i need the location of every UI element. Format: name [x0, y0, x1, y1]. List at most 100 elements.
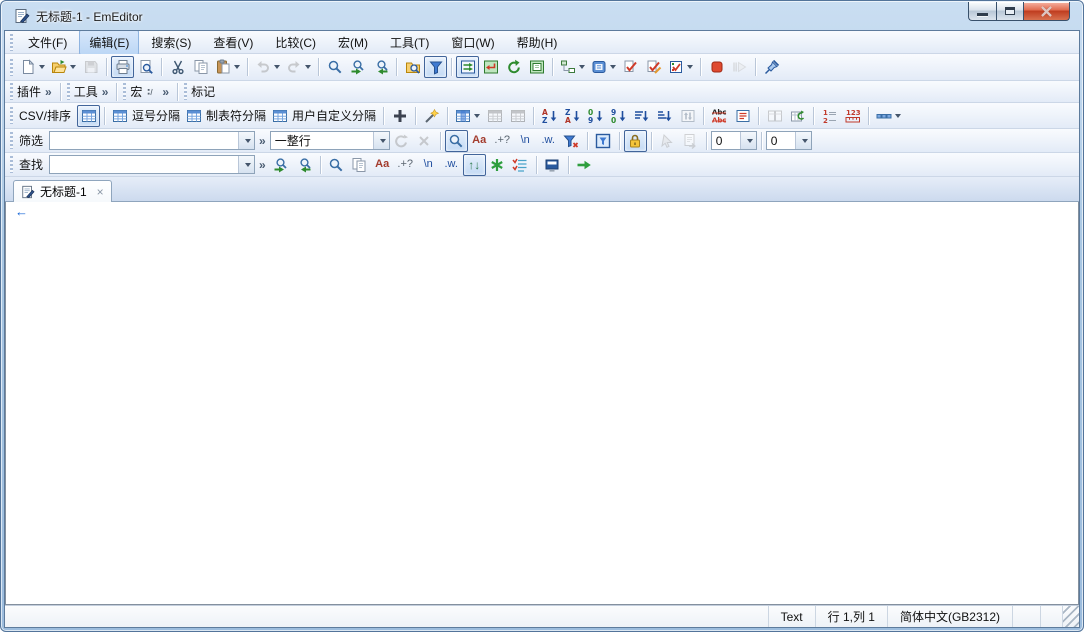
- toolbar-gripper[interactable]: [67, 83, 70, 100]
- incremental-filter-button[interactable]: [445, 130, 468, 152]
- sort-az-button[interactable]: [538, 105, 561, 127]
- delete-column-button[interactable]: [506, 105, 529, 127]
- filter-toolbar-toggle-button[interactable]: [424, 56, 447, 78]
- comma-separated-button[interactable]: 逗号分隔: [109, 105, 183, 127]
- match-case-button[interactable]: Aa: [371, 154, 394, 176]
- overflow-chevron-icon[interactable]: »: [259, 158, 266, 172]
- find-next-button[interactable]: [270, 154, 293, 176]
- macro-item-icon[interactable]: [144, 86, 156, 98]
- extract-document-button[interactable]: [679, 130, 702, 152]
- whole-word-button[interactable]: .w.: [537, 130, 560, 152]
- toolbar-gripper[interactable]: [10, 156, 13, 173]
- find-next-button[interactable]: [346, 56, 369, 78]
- menu-compare[interactable]: 比较(C): [265, 30, 326, 55]
- select-column-button[interactable]: [452, 105, 483, 127]
- whole-word-button[interactable]: .w.: [440, 154, 463, 176]
- outline-button[interactable]: [557, 56, 588, 78]
- find-previous-button[interactable]: [293, 154, 316, 176]
- wrap-by-page-button[interactable]: [525, 56, 548, 78]
- escape-sequence-button[interactable]: \n: [514, 130, 537, 152]
- go-next-button[interactable]: [573, 154, 596, 176]
- add-separator-button[interactable]: [388, 105, 411, 127]
- copy-button[interactable]: [189, 56, 212, 78]
- new-document-button[interactable]: [17, 56, 48, 78]
- combo-dropdown-icon[interactable]: [373, 132, 389, 149]
- reverse-order-button[interactable]: [676, 105, 699, 127]
- clear-filter-button[interactable]: [560, 130, 583, 152]
- filter-input[interactable]: [49, 131, 255, 150]
- search-up-down-button[interactable]: ↑↓: [463, 154, 486, 176]
- select-matched-button[interactable]: [656, 130, 679, 152]
- tab-separated-button[interactable]: 制表符分隔: [183, 105, 269, 127]
- pivot-columns-button[interactable]: [786, 105, 809, 127]
- toolbar-gripper[interactable]: [10, 59, 13, 76]
- tab-untitled-1[interactable]: 无标题-1 ×: [13, 180, 112, 202]
- menu-tools[interactable]: 工具(T): [380, 30, 439, 55]
- menu-help[interactable]: 帮助(H): [507, 30, 568, 55]
- overflow-chevron-icon[interactable]: »: [102, 85, 109, 99]
- filter-scope-select[interactable]: 一整行: [270, 131, 390, 150]
- paste-button[interactable]: [212, 56, 243, 78]
- escape-sequence-button[interactable]: \n: [417, 154, 440, 176]
- find-previous-button[interactable]: [369, 56, 392, 78]
- sort-za-button[interactable]: [561, 105, 584, 127]
- find-in-files-button[interactable]: [401, 56, 424, 78]
- wrap-by-window-button[interactable]: [502, 56, 525, 78]
- insert-column-button[interactable]: [483, 105, 506, 127]
- status-encoding[interactable]: 简体中文(GB2312): [887, 606, 1012, 627]
- find-input[interactable]: [49, 155, 255, 174]
- overflow-chevron-icon[interactable]: »: [162, 85, 169, 99]
- maximize-button[interactable]: [996, 2, 1024, 21]
- levels-below-select[interactable]: 0: [766, 131, 812, 150]
- delete-duplicates-button[interactable]: [708, 105, 731, 127]
- title-bar[interactable]: 无标题-1 - EmEditor: [4, 0, 1080, 30]
- ruler-button[interactable]: [841, 105, 864, 127]
- menu-edit[interactable]: 编辑(E): [79, 30, 139, 55]
- toolbar-gripper[interactable]: [10, 132, 13, 149]
- user-defined-separated-button[interactable]: 用户自定义分隔: [269, 105, 379, 127]
- menu-macros[interactable]: 宏(M): [328, 30, 378, 55]
- sort-ascending-number-button[interactable]: [584, 105, 607, 127]
- sort-shorter-first-button[interactable]: [630, 105, 653, 127]
- plugins-button[interactable]: [588, 56, 619, 78]
- toolbar-gripper[interactable]: [10, 34, 13, 51]
- tab-close-icon[interactable]: ×: [97, 186, 104, 198]
- regex-button[interactable]: .+?: [491, 130, 514, 152]
- close-button[interactable]: [1024, 2, 1070, 21]
- incremental-search-button[interactable]: [325, 154, 348, 176]
- bookmark-all-button[interactable]: [509, 154, 532, 176]
- menu-file[interactable]: 文件(F): [18, 30, 77, 55]
- pin-button[interactable]: [760, 56, 783, 78]
- menu-view[interactable]: 查看(V): [203, 30, 263, 55]
- line-numbers-button[interactable]: [818, 105, 841, 127]
- wrap-by-character-button[interactable]: [479, 56, 502, 78]
- combo-dropdown-icon[interactable]: [238, 156, 254, 173]
- merge-columns-button[interactable]: [763, 105, 786, 127]
- combo-dropdown-icon[interactable]: [740, 132, 756, 149]
- toolbar-gripper[interactable]: [184, 83, 187, 100]
- refresh-filter-button[interactable]: [390, 130, 413, 152]
- record-macro-button[interactable]: [705, 56, 728, 78]
- display-panel-button[interactable]: [541, 154, 564, 176]
- regex-button[interactable]: .+?: [394, 154, 417, 176]
- highlight-all-button[interactable]: [486, 154, 509, 176]
- close-filter-button[interactable]: [413, 130, 436, 152]
- cut-button[interactable]: [166, 56, 189, 78]
- spelling-check-button[interactable]: [642, 56, 665, 78]
- toolbar-gripper[interactable]: [123, 83, 126, 100]
- redo-button[interactable]: [283, 56, 314, 78]
- frame-view-button[interactable]: [731, 105, 754, 127]
- column-headers-button[interactable]: [873, 105, 904, 127]
- levels-above-select[interactable]: 0: [711, 131, 757, 150]
- sort-longer-first-button[interactable]: [653, 105, 676, 127]
- minimize-button[interactable]: [968, 2, 996, 21]
- save-button[interactable]: [79, 56, 102, 78]
- marks-button[interactable]: [665, 56, 696, 78]
- syntax-check-button[interactable]: [619, 56, 642, 78]
- editor-area[interactable]: ←: [5, 202, 1079, 605]
- menu-window[interactable]: 窗口(W): [441, 30, 504, 55]
- run-macro-button[interactable]: [728, 56, 751, 78]
- combo-dropdown-icon[interactable]: [795, 132, 811, 149]
- resize-grip[interactable]: [1062, 606, 1079, 627]
- open-file-button[interactable]: [48, 56, 79, 78]
